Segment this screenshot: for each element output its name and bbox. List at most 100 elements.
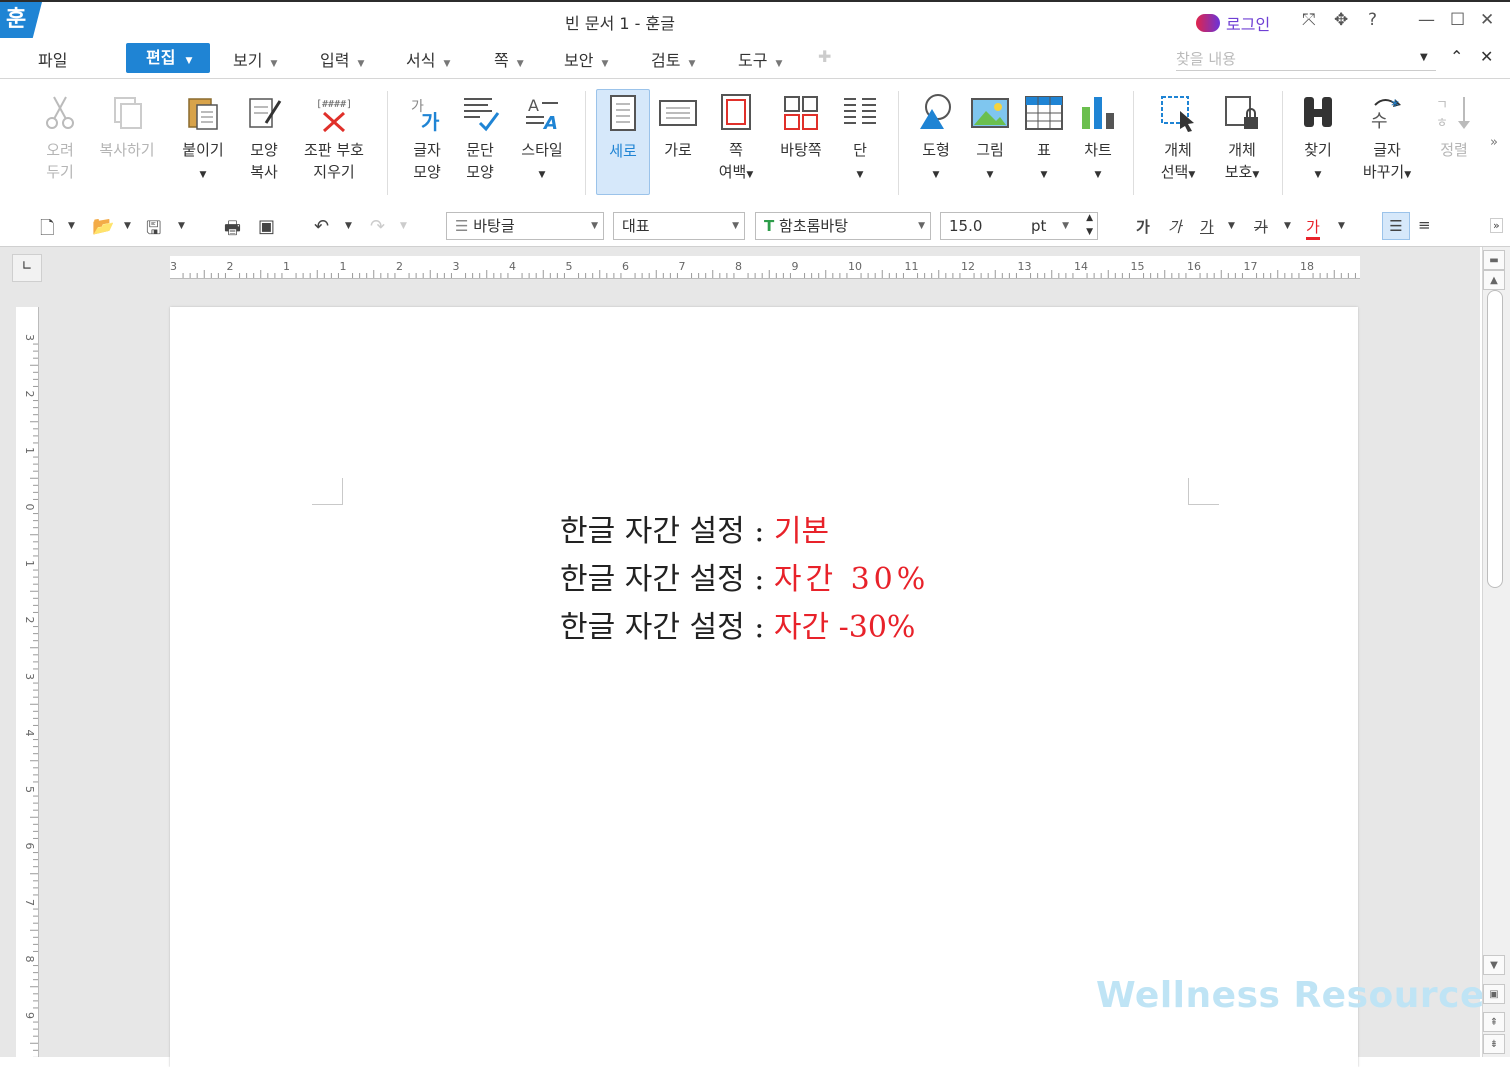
portrait-button[interactable]: 세로 [596,89,650,195]
ruler-label: 2 [23,391,36,398]
close-doc-icon[interactable]: ✕ [1480,47,1493,66]
document-line[interactable]: 한글 자간 설정 : 자간 30% [560,554,929,598]
menu-page[interactable]: 쪽 ▼ [494,47,524,71]
ruler-ticks: 3 2 1 1 2 3 4 5 6 7 8 9 10 11 12 13 14 15 16 17 18 [170,260,1356,278]
menu-file[interactable]: 파일 [38,47,67,71]
master-page-button[interactable]: 바탕쪽 [774,93,828,161]
shape-button[interactable]: 도형 ▼ [914,93,958,186]
login-button[interactable]: 로그인 [1196,11,1270,35]
bold-button[interactable]: 가 [1136,216,1150,237]
fullscreen-icon[interactable]: ⤧ [1302,10,1316,30]
next-page-icon[interactable]: ⇟ [1483,1034,1505,1054]
document-page[interactable] [170,307,1358,1067]
margin-corner-mark [1188,478,1219,505]
font-size-input[interactable]: 15.0 pt ▼ ▲ ▼ [940,212,1098,240]
table-button[interactable]: 표 ▼ [1022,93,1066,186]
scroll-top-icon[interactable]: ▬ [1483,250,1505,270]
style-button[interactable]: AA 스타일 ▼ [514,93,570,186]
sort-button[interactable]: ㄱㅎ 정렬 [1432,93,1476,161]
landscape-button[interactable]: 가로 [656,93,700,161]
chevron-down-icon: ▼ [270,59,278,69]
chevron-down-icon[interactable]: ▼ [124,221,131,231]
copy-button[interactable]: 복사하기 [92,93,162,161]
language-select[interactable]: 대표 ▼ [613,212,745,240]
print-icon[interactable]: 🖶 [224,216,241,246]
para-shape-button[interactable]: 문단 모양 [458,93,502,183]
cut-button[interactable]: 오려 두기 [38,93,82,183]
scroll-up-icon[interactable]: ▲ [1483,270,1505,290]
chart-button[interactable]: 차트 ▼ [1076,93,1120,186]
minimize-icon[interactable]: — [1418,10,1435,30]
format-copy-button[interactable]: 모양 복사 [242,93,286,183]
scroll-down-icon[interactable]: ▼ [1483,955,1505,975]
strike-button[interactable]: 가 [1254,216,1268,237]
ribbon-separator [898,91,899,195]
columns-button[interactable]: 단 ▼ [838,93,882,186]
clear-code-button[interactable]: [####] 조판 부호 지우기 [298,93,370,183]
char-shape-button[interactable]: 가가 글자 모양 [405,93,449,183]
paste-button[interactable]: 붙이기 ▼ [176,93,230,186]
size-stepper[interactable]: ▲ ▼ [1086,211,1093,239]
document-line[interactable]: 한글 자간 설정 : 자간 -30% [560,602,915,646]
puzzle-icon[interactable]: ✚ [818,47,831,66]
new-document-icon[interactable]: 🗋 [40,216,54,246]
align-left-icon[interactable]: ≡ [1418,216,1431,234]
menu-security[interactable]: 보안 ▼ [564,47,608,71]
align-justify-icon[interactable]: ☰ [1382,212,1410,240]
move-icon[interactable]: ✥ [1334,10,1348,30]
columns-icon [844,98,876,124]
chevron-down-icon[interactable]: ▼ [68,221,75,231]
horizontal-ruler[interactable]: 3 2 1 1 2 3 4 5 6 7 8 9 10 11 12 13 14 15 16 17 18 [170,256,1360,279]
ribbon-more-icon[interactable]: » [1490,135,1498,150]
portrait-icon [610,95,636,131]
toolbar-more-icon[interactable]: » [1490,218,1503,233]
font-select[interactable]: T 함초롬바탕 ▼ [755,212,931,240]
ruler-label: 12 [961,260,975,273]
chevron-down-icon[interactable]: ▼ [400,221,407,231]
replace-button[interactable]: 수 * 글자 바꾸기▼ [1356,93,1418,186]
vertical-ruler[interactable]: 3 2 1 0 1 2 3 4 5 6 7 8 9 [16,307,39,1065]
save-icon[interactable]: 🖫 [146,216,161,246]
object-protect-button[interactable]: 개체 보호▼ [1216,93,1268,186]
italic-button[interactable]: 가 [1168,216,1182,237]
font-color-button[interactable]: 가 [1306,216,1320,240]
table-icon [1025,96,1063,130]
ribbon-separator [1133,91,1134,195]
preview-icon[interactable]: ▣ [258,216,275,237]
help-button[interactable]: ? [1368,10,1377,30]
menu-tools[interactable]: 도구 ▼ [738,47,782,71]
truetype-font-icon: T [764,217,775,235]
menu-format[interactable]: 서식 ▼ [406,47,450,71]
tab-stop-selector[interactable]: ∟ [12,254,42,282]
picture-button[interactable]: 그림 ▼ [968,93,1012,186]
prev-page-icon[interactable]: ⇞ [1483,1012,1505,1032]
menu-insert[interactable]: 입력 ▼ [320,47,364,71]
scroll-thumb[interactable] [1487,290,1503,588]
menu-review[interactable]: 검토 ▼ [651,47,695,71]
chevron-down-icon[interactable]: ▼ [1284,221,1291,231]
open-folder-icon[interactable]: 📂 [92,216,114,237]
chevron-down-icon[interactable]: ▼ [1338,221,1345,231]
search-input[interactable]: 찾을 내용 [1176,48,1436,71]
search-dropdown-icon[interactable]: ▼ [1420,52,1428,63]
ruler-label: 6 [622,260,629,273]
redo-icon[interactable]: ↷ [370,216,385,237]
ruler-label: 2 [23,617,36,624]
maximize-icon[interactable]: ☐ [1450,10,1465,30]
underline-button[interactable]: 가 [1200,216,1214,237]
find-button[interactable]: 찾기 ▼ [1296,93,1340,186]
ribbon-separator [1282,91,1283,195]
collapse-ribbon-icon[interactable]: ⌃ [1450,47,1463,66]
menu-edit[interactable]: 편집 ▼ [126,43,210,73]
undo-icon[interactable]: ↶ [314,216,329,237]
document-line[interactable]: 한글 자간 설정 : 기본 [560,506,829,550]
chevron-down-icon[interactable]: ▼ [178,221,185,231]
menu-view[interactable]: 보기 ▼ [233,47,277,71]
chevron-down-icon[interactable]: ▼ [345,221,352,231]
close-icon[interactable]: ✕ [1480,10,1494,30]
margin-button[interactable]: 쪽 여백▼ [712,93,760,186]
page-view-icon[interactable]: ▣ [1483,984,1505,1004]
chevron-down-icon[interactable]: ▼ [1228,221,1235,231]
object-select-button[interactable]: 개체 선택▼ [1152,93,1204,186]
style-select[interactable]: ☰ 바탕글 ▼ [446,212,604,240]
